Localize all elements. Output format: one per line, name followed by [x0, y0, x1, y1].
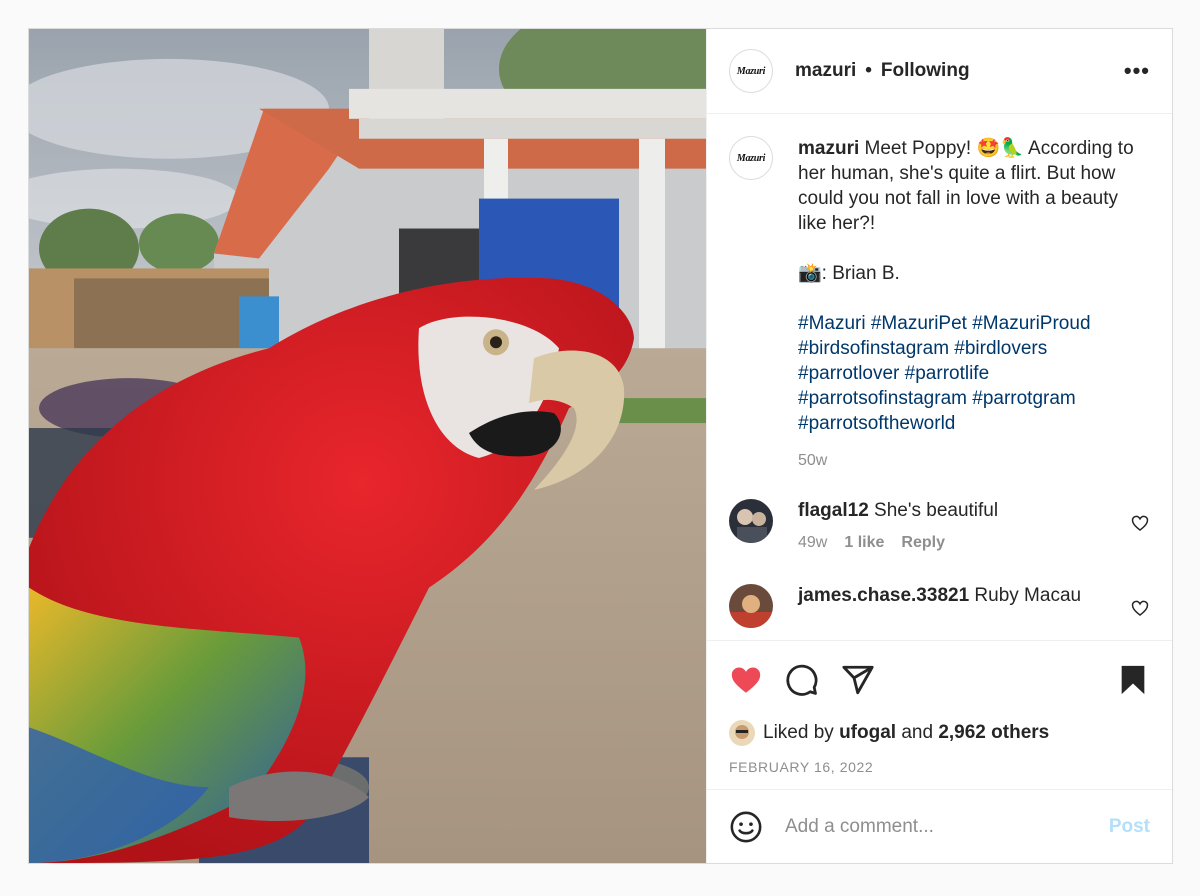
post-caption: mazuri Meet Poppy! 🤩🦜 According to her h… — [798, 136, 1138, 473]
add-comment-bar: Post — [707, 789, 1172, 863]
reply-button[interactable]: Reply — [901, 534, 945, 552]
post-side-panel: Mazuri mazuri • Following ••• Mazuri maz… — [706, 29, 1172, 863]
share-icon[interactable] — [841, 663, 875, 697]
likes-prefix: Liked by — [763, 722, 834, 743]
likes-others[interactable]: 2,962 others — [938, 722, 1049, 744]
caption-author-avatar[interactable]: Mazuri — [729, 136, 773, 180]
author-username[interactable]: mazuri — [795, 60, 856, 82]
comment-username[interactable]: flagal12 — [798, 500, 869, 521]
comment-age: 49w — [798, 534, 828, 551]
photographer-credit: 📸: Brian B. — [798, 263, 900, 284]
liker-avatar-image — [729, 720, 755, 746]
post-actions — [707, 640, 1172, 718]
post-header: Mazuri mazuri • Following ••• — [707, 29, 1172, 114]
post-date[interactable]: FEBRUARY 16, 2022 — [707, 759, 1172, 789]
more-options-icon[interactable]: ••• — [1124, 58, 1150, 84]
comment-text: Ruby Macau — [974, 585, 1082, 606]
avatar-logo-text: Mazuri — [736, 152, 766, 164]
post-photo[interactable] — [29, 29, 706, 863]
likes-summary[interactable]: Liked by ufogal and 2,962 others — [707, 718, 1172, 748]
macaw-photo — [29, 29, 706, 863]
liked-heart-icon[interactable] — [729, 663, 763, 697]
caption-username[interactable]: mazuri — [798, 138, 859, 159]
author-avatar[interactable]: Mazuri — [729, 49, 773, 93]
hashtags[interactable]: #Mazuri #MazuriPet #MazuriProud #birdsof… — [798, 311, 1138, 436]
likes-user[interactable]: ufogal — [839, 722, 896, 744]
add-comment-input[interactable] — [785, 815, 1109, 838]
comment-text: She's beautiful — [874, 500, 999, 521]
post-card: Mazuri mazuri • Following ••• Mazuri maz… — [28, 28, 1173, 864]
commenter-avatar-image — [729, 499, 773, 543]
comment-username[interactable]: james.chase.33821 — [798, 585, 969, 606]
commenter-avatar-image — [729, 584, 773, 628]
caption-row: Mazuri mazuri Meet Poppy! 🤩🦜 According t… — [729, 136, 1150, 473]
bookmark-saved-icon[interactable] — [1116, 663, 1150, 697]
commenter-avatar[interactable] — [729, 584, 773, 628]
like-comment-heart-icon[interactable] — [1130, 598, 1150, 618]
commenter-avatar[interactable] — [729, 499, 773, 543]
like-comment-heart-icon[interactable] — [1130, 513, 1150, 533]
following-button[interactable]: Following — [881, 60, 970, 82]
comment-icon[interactable] — [785, 663, 819, 697]
header-separator: • — [865, 60, 872, 81]
post-age[interactable]: 50w — [798, 448, 1138, 473]
comments-scroll-area[interactable]: Mazuri mazuri Meet Poppy! 🤩🦜 According t… — [707, 114, 1172, 640]
comment-item: flagal12 She's beautiful 49w 1 like Repl… — [729, 499, 1150, 552]
post-comment-button[interactable]: Post — [1109, 816, 1150, 838]
avatar-logo-text: Mazuri — [736, 65, 766, 77]
liker-avatar — [729, 720, 755, 746]
emoji-icon[interactable] — [729, 810, 763, 844]
comment-item: james.chase.33821 Ruby Macau — [729, 584, 1150, 628]
comment-likes[interactable]: 1 like — [844, 534, 884, 552]
likes-and: and — [901, 722, 934, 743]
